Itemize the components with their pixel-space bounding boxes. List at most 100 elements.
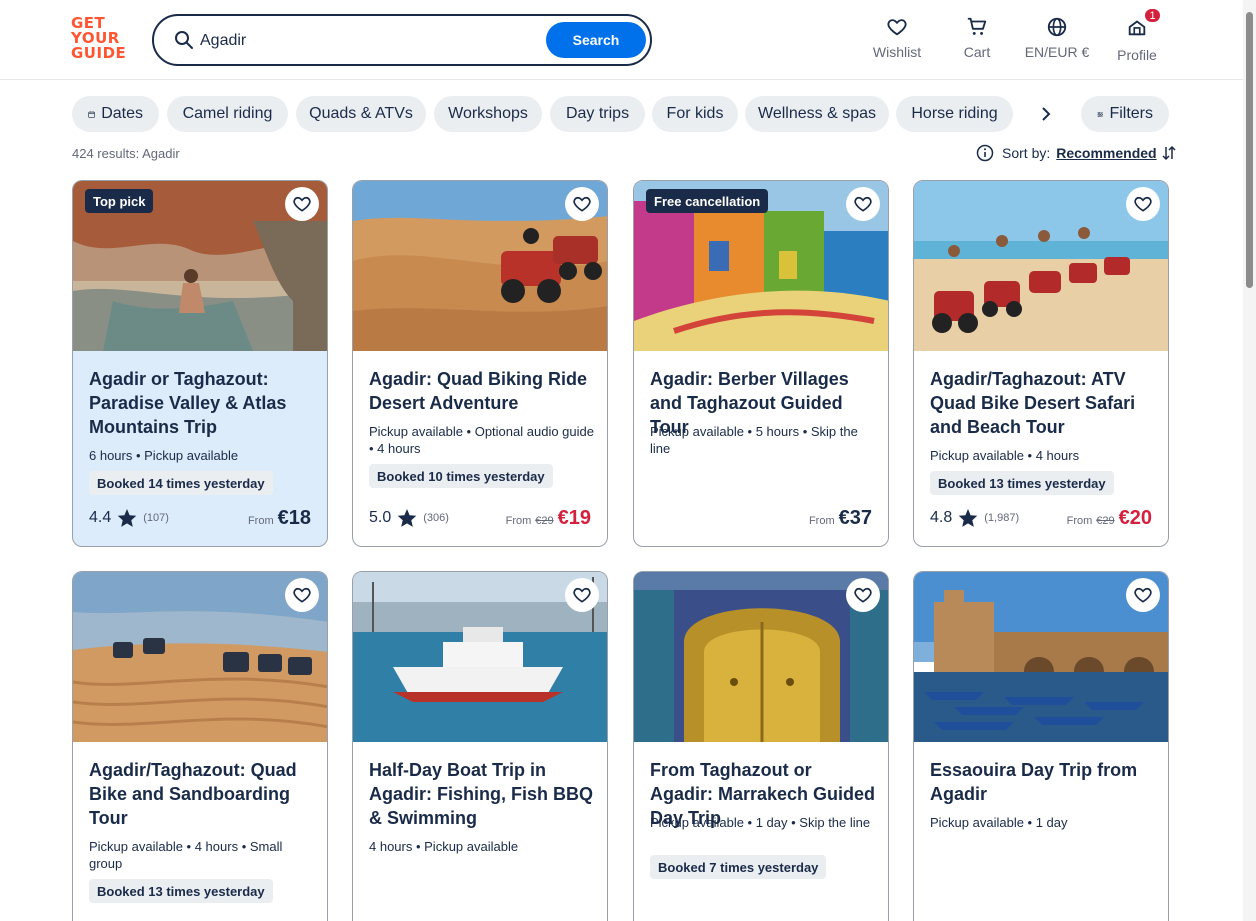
star-icon (117, 509, 137, 527)
top-pick-badge: Top pick (85, 189, 154, 213)
activity-card[interactable]: From Taghazout or Agadir: Marrakech Guid… (633, 571, 889, 921)
review-count: (1,987) (984, 512, 1020, 524)
activity-card[interactable]: Essaouira Day Trip from Agadir Pickup av… (913, 571, 1169, 921)
search-input[interactable] (200, 28, 530, 54)
add-to-wishlist-button[interactable] (846, 187, 880, 221)
chip-label: Horse riding (911, 105, 998, 122)
nav-language-currency[interactable]: EN/EUR € (1024, 16, 1090, 64)
search-bar: Search (152, 14, 652, 66)
card-meta: Pickup available • 1 day • Skip the line (650, 815, 871, 830)
activity-card[interactable]: Free cancellation Agadir: Berber Village… (633, 180, 889, 547)
filters-icon (1097, 111, 1104, 117)
heart-icon (887, 19, 907, 36)
chip-label: Workshops (448, 105, 528, 122)
card-meta: 6 hours • Pickup available (89, 448, 239, 463)
notification-badge: 1 (1143, 7, 1162, 24)
add-to-wishlist-button[interactable] (565, 187, 599, 221)
chip-quads-atvs[interactable]: Quads & ATVs (296, 96, 426, 132)
page-scrollbar[interactable] (1243, 0, 1256, 921)
nav-cart[interactable]: Cart (960, 16, 994, 64)
review-count: (107) (143, 512, 169, 524)
card-rating: 4.4 (107) (89, 508, 169, 528)
price-amount: €37 (838, 507, 872, 529)
card-title[interactable]: Agadir/Taghazout: Quad Bike and Sandboar… (89, 758, 315, 830)
card-price: From €29 €19 (506, 507, 591, 530)
heart-icon (573, 196, 591, 212)
profile-icon-wrap: 1 (1126, 7, 1162, 47)
price-amount: €18 (277, 507, 311, 529)
getyourguide-logo[interactable]: GET YOUR GUIDE (71, 16, 131, 61)
heart-icon (1134, 196, 1152, 212)
globe-icon (1047, 17, 1067, 37)
chip-for-kids[interactable]: For kids (652, 96, 738, 132)
activity-card[interactable]: Agadir: Quad Biking Ride Desert Adventur… (352, 180, 608, 547)
card-price: From €29 €20 (1067, 507, 1152, 530)
price-from: From (247, 515, 274, 527)
add-to-wishlist-button[interactable] (565, 578, 599, 612)
calendar-icon (88, 110, 95, 118)
chip-horse-riding[interactable]: Horse riding (896, 96, 1013, 132)
rating-value: 4.4 (89, 509, 112, 526)
chip-label: For kids (666, 105, 724, 122)
chevron-right-icon (1042, 107, 1051, 121)
chip-workshops[interactable]: Workshops (434, 96, 542, 132)
cart-icon (967, 17, 987, 35)
heart-icon (293, 587, 311, 603)
card-title[interactable]: Agadir or Taghazout: Paradise Valley & A… (89, 367, 315, 439)
add-to-wishlist-button[interactable] (1126, 187, 1160, 221)
chip-label: Quads & ATVs (309, 105, 413, 122)
chip-dates[interactable]: Dates (72, 96, 159, 132)
card-title[interactable]: Half-Day Boat Trip in Agadir: Fishing, F… (369, 758, 595, 830)
chip-label: Wellness & spas (758, 105, 876, 122)
free-cancellation-badge: Free cancellation (646, 189, 769, 213)
sort-value[interactable]: Recommended (1056, 145, 1156, 161)
chip-day-trips[interactable]: Day trips (550, 96, 645, 132)
booked-badge: Booked 13 times yesterday (89, 879, 273, 903)
card-title[interactable]: Essaouira Day Trip from Agadir (930, 758, 1156, 806)
star-icon (958, 509, 978, 527)
info-icon[interactable] (976, 144, 994, 162)
heart-icon (1134, 587, 1152, 603)
card-title[interactable]: Agadir/Taghazout: ATV Quad Bike Desert S… (930, 367, 1156, 439)
add-to-wishlist-button[interactable] (285, 187, 319, 221)
add-to-wishlist-button[interactable] (285, 578, 319, 612)
nav-label: Profile (1117, 47, 1157, 63)
activity-card[interactable]: Top pick Agadir or Taghazout: Paradise V… (72, 180, 328, 547)
nav-wishlist[interactable]: Wishlist (872, 16, 922, 64)
scrollbar-thumb[interactable] (1246, 12, 1253, 288)
heart-icon (854, 196, 872, 212)
nav-label: Wishlist (872, 44, 922, 60)
chip-wellness-spas[interactable]: Wellness & spas (745, 96, 889, 132)
add-to-wishlist-button[interactable] (1126, 578, 1160, 612)
activity-card[interactable]: Half-Day Boat Trip in Agadir: Fishing, F… (352, 571, 608, 921)
card-meta: Pickup available • 4 hours • Small group (89, 839, 283, 871)
star-icon (397, 509, 417, 527)
results-count: 424 results: Agadir (72, 146, 180, 161)
add-to-wishlist-button[interactable] (846, 578, 880, 612)
activity-card[interactable]: Agadir/Taghazout: Quad Bike and Sandboar… (72, 571, 328, 921)
card-price: From €37 (809, 507, 872, 530)
card-title[interactable]: Agadir: Quad Biking Ride Desert Adventur… (369, 367, 595, 415)
nav-profile[interactable]: 1 Profile (1117, 7, 1162, 64)
card-meta: Pickup available • Optional audio guide … (369, 424, 594, 456)
booked-badge: Booked 13 times yesterday (930, 471, 1114, 495)
chip-label: Day trips (565, 105, 630, 122)
chips-next-button[interactable] (1032, 100, 1060, 128)
chip-label: Dates (101, 105, 143, 122)
card-price: From €18 (248, 507, 311, 530)
price-amount: €20 (1118, 507, 1152, 529)
sort-control[interactable]: Sort by: Recommended (976, 144, 1176, 162)
card-meta: 4 hours • Pickup available (369, 839, 519, 854)
search-icon (175, 31, 193, 49)
card-meta: Pickup available • 4 hours (930, 448, 1080, 463)
review-count: (306) (423, 512, 449, 524)
chip-label: Filters (1109, 105, 1153, 122)
activity-card[interactable]: Agadir/Taghazout: ATV Quad Bike Desert S… (913, 180, 1169, 547)
booked-badge: Booked 7 times yesterday (650, 855, 827, 879)
price-from: From (1066, 515, 1093, 527)
logo-line-3: GUIDE (71, 44, 127, 62)
nav-label: Cart (963, 44, 991, 60)
chip-camel-riding[interactable]: Camel riding (167, 96, 288, 132)
search-button[interactable]: Search (546, 22, 646, 58)
filters-button[interactable]: Filters (1081, 96, 1169, 132)
